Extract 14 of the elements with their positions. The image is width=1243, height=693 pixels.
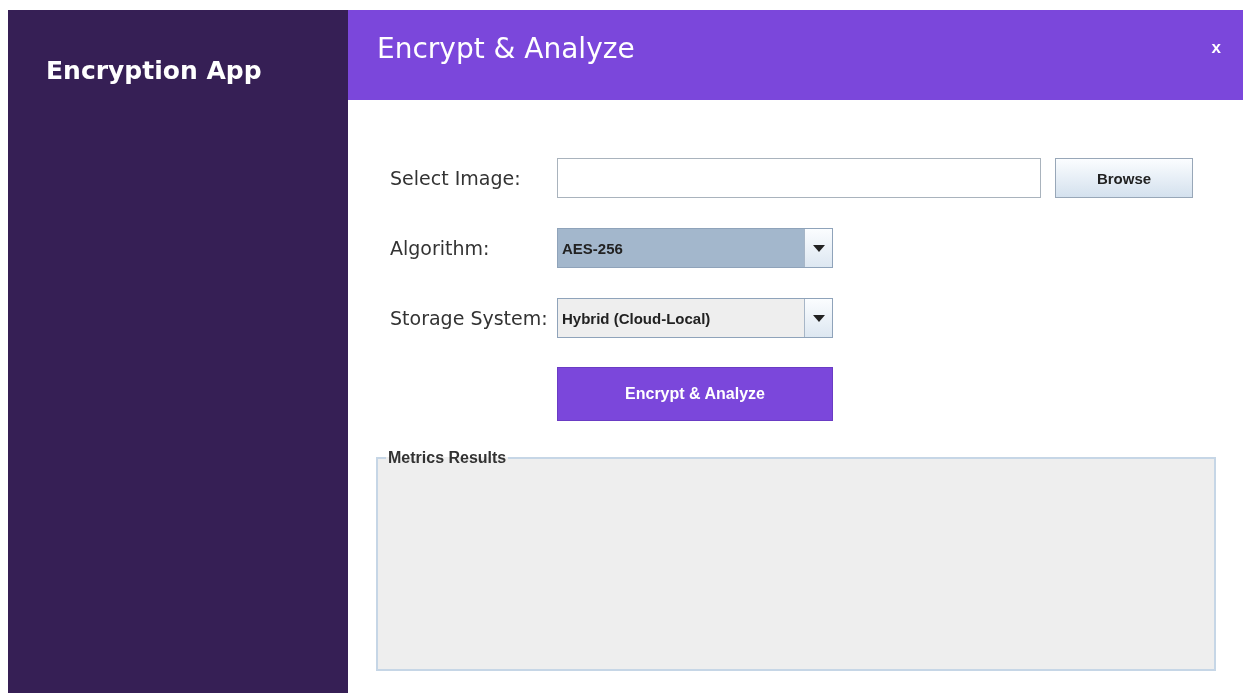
encrypt-button[interactable]: Encrypt & Analyze (557, 367, 833, 421)
browse-button[interactable]: Browse (1055, 158, 1193, 198)
page-title: Encrypt & Analyze (377, 31, 635, 65)
input-field[interactable] (557, 158, 1041, 198)
dropdown[interactable]: AES-256 (557, 228, 833, 268)
field-label: Select Image: (390, 167, 522, 189)
app-title: Encryption App (45, 55, 263, 85)
field-label: Algorithm: (390, 237, 491, 259)
field-label: Storage System: (390, 307, 549, 329)
dropdown[interactable]: Hybrid (Cloud-Local) (557, 298, 833, 338)
panel-title: Metrics Results (387, 449, 508, 467)
close-button[interactable]: x (1209, 38, 1223, 58)
caret-icon (812, 314, 825, 322)
caret-icon (812, 244, 825, 252)
